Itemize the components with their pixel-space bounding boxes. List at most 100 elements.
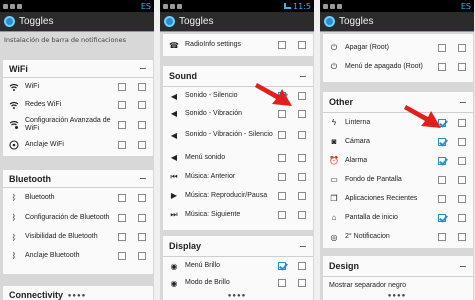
toggle-checkbox-secondary[interactable] [298,109,306,118]
toggle-checkbox-secondary[interactable] [138,193,146,202]
toggle-checkbox[interactable] [118,141,126,149]
toggle-checkbox-secondary[interactable] [298,131,306,139]
toggle-row-bluetooth-tether[interactable]: ᛒ Anclaje Bluetooth [3,246,153,265]
toggle-checkbox[interactable] [438,175,446,184]
toggle-checkbox[interactable] [118,213,126,222]
collapse-icon[interactable] [300,245,306,247]
toggle-checkbox-secondary[interactable] [298,41,306,49]
collapse-icon[interactable] [140,68,146,69]
toggle-label: WiFi [25,83,39,90]
toggle-checkbox-secondary[interactable] [458,137,466,146]
toggle-checkbox[interactable] [278,153,286,162]
toggle-checkbox[interactable] [118,100,126,109]
toggle-checkbox[interactable] [278,41,286,49]
wifi-header[interactable]: WiFi [3,60,153,78]
notification-icon [163,3,168,9]
toggle-row-home[interactable]: ⌂ Pantalla de inicio [323,208,473,227]
toggle-checkbox-secondary[interactable] [298,92,306,100]
toggle-checkbox-secondary[interactable] [298,279,306,287]
toggle-row-power-menu[interactable]: ⏻ Menú de apagado (Root) [323,56,473,78]
toggle-checkbox-secondary[interactable] [298,191,306,200]
toggle-checkbox-secondary[interactable] [458,194,466,203]
app-icon[interactable] [164,16,175,27]
toggle-checkbox-secondary[interactable] [138,120,146,129]
toggle-checkbox[interactable] [438,233,446,241]
app-icon[interactable] [4,16,15,27]
toggle-checkbox[interactable] [278,172,286,181]
toggle-checkbox-secondary[interactable] [458,63,466,71]
toggle-checkbox-secondary[interactable] [458,213,466,222]
toggle-checkbox-secondary[interactable] [138,233,146,241]
toggle-checkbox[interactable] [278,262,286,270]
toggle-row-brightness-menu[interactable]: ◉ Menú Brillo [163,257,313,275]
toggle-row-power-off[interactable]: ⏻ Apagar (Root) [323,40,473,56]
toggle-checkbox-secondary[interactable] [298,210,306,219]
toggle-row-wifi[interactable]: WiFi [3,78,153,96]
toggle-checkbox-secondary[interactable] [458,233,466,241]
toggle-checkbox[interactable] [438,137,446,146]
toggle-row-sound-vibrate-silent[interactable]: ◀ Sonido - Vibración - Silencio [163,122,313,148]
toggle-row-brightness-mode[interactable]: ◉ Modo de Brillo [163,275,313,291]
toggle-checkbox[interactable] [278,131,286,139]
toggle-row-camera[interactable]: ◙ Cámara [323,132,473,151]
toggle-row-music-play[interactable]: ▶ Música: Reproducir/Pausa [163,186,313,205]
collapse-icon[interactable] [140,178,146,179]
collapse-icon[interactable] [460,101,466,103]
toggle-row-bluetooth-visibility[interactable]: ᛒ Visibilidad de Bluetooth [3,228,153,246]
toggle-row-sound-menu[interactable]: ◀ Menú sonido [163,148,313,167]
toggle-row-bluetooth[interactable]: ᛒ Bluetooth [3,188,153,207]
toggle-checkbox[interactable] [278,210,286,219]
toggle-checkbox[interactable] [278,191,286,200]
screen-2: 11:5 Toggles ☎ RadioInfo settings Sound … [160,0,314,300]
toggle-row-bluetooth-settings[interactable]: ᛒ Configuración de Bluetooth [3,207,153,228]
toggle-checkbox-secondary[interactable] [298,172,306,181]
toggle-row-flashlight[interactable]: ϟ Linterna [323,113,473,132]
toggle-row-wifi-advanced[interactable]: Configuración Avanzada de WiFi [3,113,153,136]
toggle-checkbox-secondary[interactable] [458,156,466,165]
toggle-checkbox[interactable] [118,83,126,91]
toggle-checkbox[interactable] [438,213,446,222]
toggle-checkbox-secondary[interactable] [458,175,466,184]
toggle-row-music-next[interactable]: ⏭ Música: Siguiente [163,205,313,224]
toggle-checkbox-secondary[interactable] [138,83,146,91]
toggle-checkbox-secondary[interactable] [138,213,146,222]
status-bar: 11:5 [160,0,314,12]
toggle-checkbox-secondary[interactable] [458,44,466,52]
toggle-checkbox[interactable] [438,63,446,71]
toggle-row-wallpaper[interactable]: ▭ Fondo de Pantalla [323,170,473,189]
other-header[interactable]: Other [323,92,473,113]
recent-apps-icon: ❐ [330,194,338,203]
toggle-label: Apagar (Root) [345,44,389,51]
toggle-checkbox-secondary[interactable] [138,100,146,109]
display-header[interactable]: Display [163,236,313,257]
toggle-checkbox-secondary[interactable] [298,262,306,270]
toggle-checkbox-secondary[interactable] [138,141,146,149]
toggle-row-notification[interactable]: ◎ 2° Notificacion [323,227,473,247]
collapse-icon[interactable] [460,265,466,267]
toggle-checkbox[interactable] [118,120,126,129]
toggle-checkbox[interactable] [278,109,286,118]
collapse-icon[interactable] [300,75,306,77]
flashlight-icon: ϟ [331,118,337,127]
toggle-checkbox-secondary[interactable] [298,153,306,162]
app-icon[interactable] [324,16,335,27]
toggle-checkbox[interactable] [438,156,446,165]
toggle-checkbox[interactable] [438,44,446,52]
bluetooth-header[interactable]: Bluetooth [3,170,153,188]
toggle-row-music-previous[interactable]: ⏮ Música: Anterior [163,167,313,186]
toggle-checkbox[interactable] [118,233,126,241]
toggle-checkbox[interactable] [278,279,286,287]
toggle-row-alarm[interactable]: ⏰ Alarma [323,151,473,170]
page-indicator: ●●●● [227,293,247,299]
toggle-row-wifi-hotspot[interactable]: Anclaje WiFi [3,136,153,154]
toggle-row-wifi-networks[interactable]: Redes WiFi [3,96,153,113]
toggle-checkbox[interactable] [438,194,446,203]
design-header[interactable]: Design [323,256,473,277]
toggle-checkbox-secondary[interactable] [138,251,146,260]
toggle-row-radioinfo[interactable]: ☎ RadioInfo settings [163,34,313,56]
toggle-checkbox-secondary[interactable] [458,118,466,127]
vibrate-silent-icon: ◀ [170,130,178,140]
toggle-checkbox[interactable] [118,193,126,202]
toggle-checkbox[interactable] [118,251,126,260]
toggle-row-recent-apps[interactable]: ❐ Aplicaciones Recientes [323,189,473,208]
